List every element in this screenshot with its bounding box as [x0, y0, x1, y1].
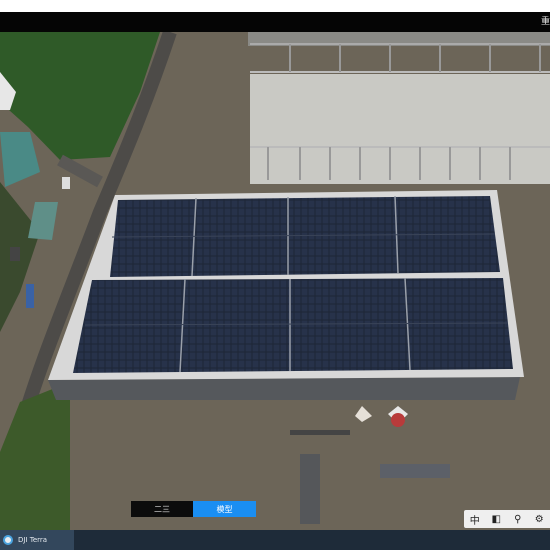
aerial-scene — [0, 32, 550, 530]
mode-2d-button[interactable]: 二三 — [131, 501, 193, 517]
taskbar-app-dji-terra[interactable]: DJI Terra — [0, 530, 74, 550]
umbrella-red — [391, 413, 405, 427]
screen-top-margin — [0, 0, 550, 12]
view-mode-toggle: 二三 模型 — [131, 501, 256, 517]
title-bar-edge-text: 重 — [540, 17, 550, 27]
window-title-bar: 重 — [0, 12, 550, 32]
steel-pile — [300, 454, 320, 524]
warehouse-wall — [48, 377, 520, 400]
dji-terra-logo-icon — [3, 535, 13, 545]
solar-array-lower — [73, 278, 513, 373]
os-taskbar: DJI Terra — [0, 530, 550, 550]
map-3d-viewport[interactable] — [0, 32, 550, 530]
viewport-toolbar: 中 ◧ ⚲ ⚙ — [464, 510, 550, 528]
layer-toggle-icon[interactable]: ◧ — [489, 512, 503, 526]
settings-gear-icon[interactable]: ⚙ — [532, 512, 546, 526]
mode-3d-button[interactable]: 模型 — [193, 501, 256, 517]
measure-icon[interactable]: ⚲ — [511, 512, 525, 526]
concrete-slab — [250, 74, 550, 184]
center-tool[interactable]: 中 — [468, 512, 482, 527]
taskbar-app-name: DJI Terra — [18, 536, 48, 544]
